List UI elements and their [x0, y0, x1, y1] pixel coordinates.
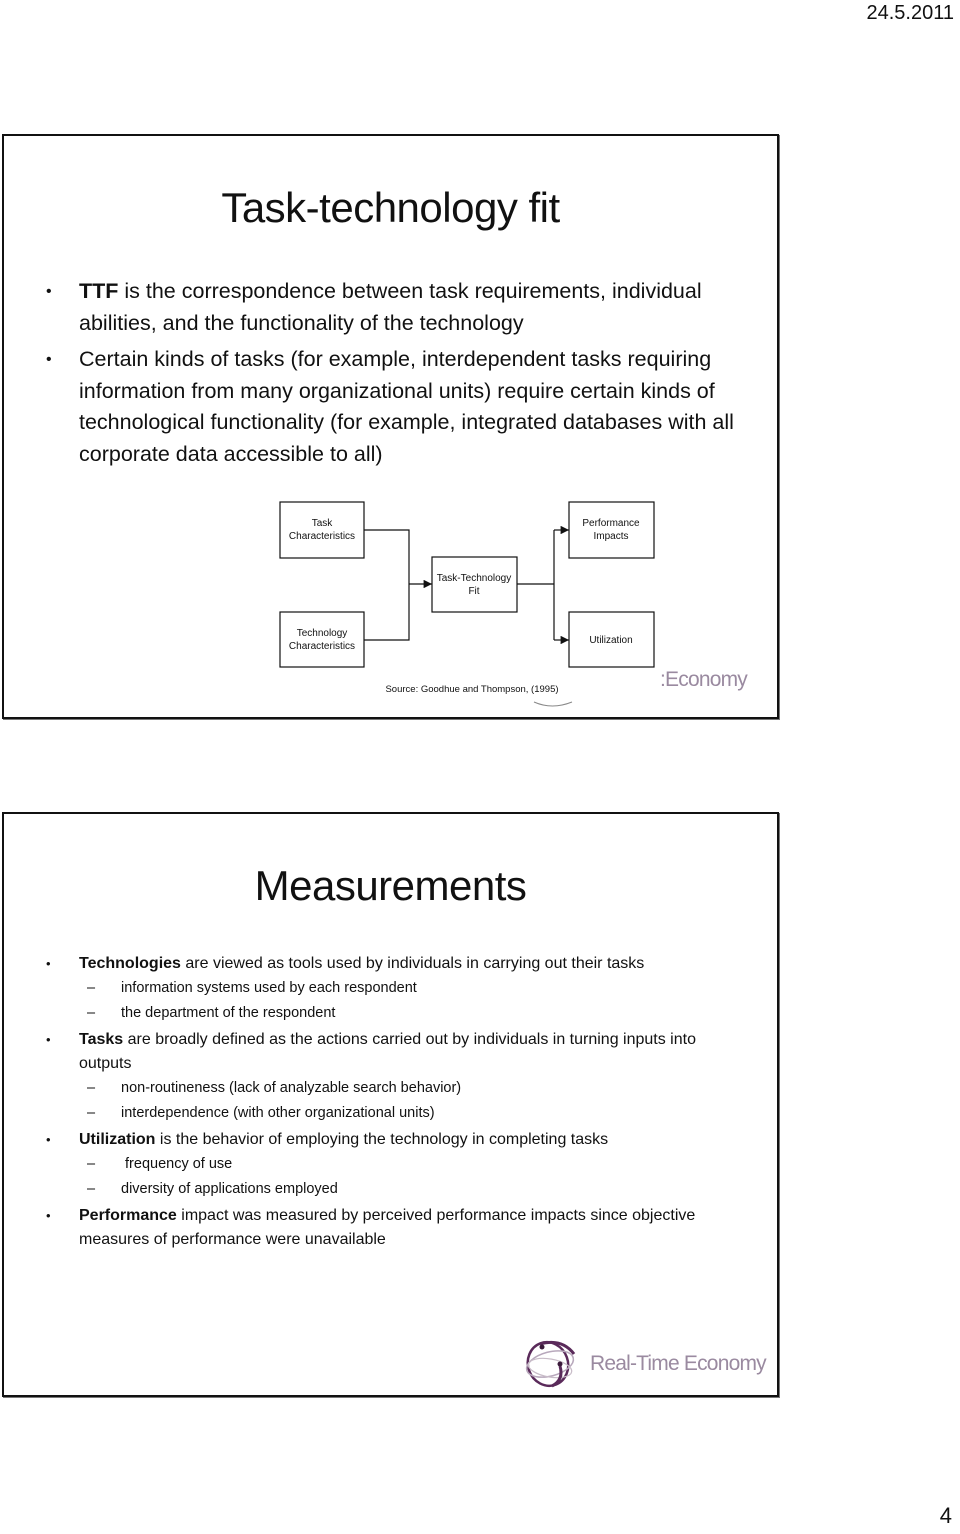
bullet-term: Tasks — [79, 1031, 124, 1048]
bullet-icon: • — [46, 1132, 51, 1147]
dash-icon: – — [87, 1105, 96, 1121]
box-label: Characteristics — [289, 531, 355, 542]
sub-item-text: information systems used by each respond… — [121, 980, 417, 996]
box-label: Performance — [582, 518, 640, 529]
logo-text: :Economy — [660, 668, 748, 691]
logo-swirl-fragment — [533, 701, 573, 707]
sub-item: – non-routineness (lack of analyzable sea… — [87, 1076, 747, 1101]
dash-icon: – — [87, 1005, 96, 1021]
slide-title: Task-technology fit — [221, 184, 560, 231]
connector-line — [364, 529, 410, 641]
bullet-text: is the behavior of employing the technol… — [155, 1131, 609, 1148]
bullet-item: • Utilization is the behavior of employi… — [42, 1128, 747, 1202]
box-technology-characteristics: Technology Characteristics — [279, 611, 365, 668]
box-label: Utilization — [589, 635, 632, 646]
page-number: 4 — [939, 1503, 952, 1528]
box-label: Fit — [468, 586, 479, 597]
bullet-item: • TTF is the correspondence between task… — [42, 276, 737, 339]
bullet-item: • Tasks are broadly defined as the actio… — [42, 1028, 747, 1126]
box-label: Task — [312, 518, 334, 529]
logo-partial: :Economy — [660, 668, 748, 692]
bullet-item: • Performance impact was measured by per… — [42, 1204, 747, 1252]
bullet-list: • Technologies are viewed as tools used … — [42, 952, 747, 1254]
dash-icon: – — [87, 980, 96, 996]
sub-item: – the department of the respondent — [87, 1001, 747, 1026]
slide-measurements: Measurements • Technologies are viewed a… — [2, 812, 779, 1397]
bullet-icon: • — [46, 283, 52, 300]
slide-task-technology-fit: Task-technology fit • TTF is the corresp… — [2, 134, 779, 719]
bullet-icon: • — [46, 956, 51, 971]
real-time-economy-logo: Real-Time Economy — [522, 1336, 767, 1392]
sub-list: – frequency of use – diversity of applica… — [79, 1152, 747, 1202]
box-label: Characteristics — [289, 641, 355, 652]
bullet-term: Utilization — [79, 1131, 156, 1148]
bullet-item: • Technologies are viewed as tools used … — [42, 952, 747, 1026]
box-task-characteristics: Task Characteristics — [279, 501, 365, 559]
bullet-icon: • — [46, 351, 52, 368]
bullet-icon: • — [46, 1208, 51, 1223]
dash-icon: – — [87, 1080, 96, 1096]
ttf-diagram: Task Characteristics Technology Characte… — [279, 501, 655, 707]
sub-item-text: interdependence (with other organization… — [121, 1105, 435, 1121]
box-label: Impacts — [593, 531, 628, 542]
box-performance-impacts: Performance Impacts — [568, 501, 655, 559]
bullet-term: Technologies — [79, 955, 181, 972]
bullet-text: are broadly defined as the actions carri… — [79, 1031, 696, 1072]
sub-item: – interdependence (with other organizatio… — [87, 1101, 747, 1126]
sub-list: – information systems used by each respon… — [79, 976, 747, 1026]
sub-list: – non-routineness (lack of analyzable sea… — [79, 1076, 747, 1126]
sub-item-text: non-routineness (lack of analyzable sear… — [121, 1080, 462, 1096]
box-utilization: Utilization — [568, 611, 655, 668]
bullet-term: Performance — [79, 1207, 177, 1224]
sub-item-text: frequency of use — [121, 1156, 233, 1172]
logo-text: Real-Time Economy — [590, 1352, 767, 1375]
sub-item: – diversity of applications employed — [87, 1177, 747, 1202]
bullet-text: Certain kinds of tasks (for example, int… — [79, 347, 734, 466]
bullet-term: TTF — [79, 279, 119, 303]
slide-title: Measurements — [254, 862, 527, 909]
dash-icon: – — [87, 1156, 96, 1172]
bullet-list: • TTF is the correspondence between task… — [42, 276, 737, 475]
page-date: 24.5.2011 — [866, 2, 955, 24]
sub-item: – frequency of use — [87, 1152, 747, 1177]
box-label: Task-Technology — [437, 573, 511, 584]
sub-item-text: the department of the respondent — [121, 1005, 336, 1021]
bullet-text: is the correspondence between task requi… — [79, 279, 702, 335]
sub-item-text: diversity of applications employed — [121, 1181, 338, 1197]
diagram-source: Source: Goodhue and Thompson, (1995) — [385, 684, 558, 695]
bullet-text: are viewed as tools used by individuals … — [180, 955, 645, 972]
box-label: Technology — [297, 628, 348, 639]
sub-item: – information systems used by each respon… — [87, 976, 747, 1001]
globe-icon — [525, 1340, 576, 1388]
box-task-technology-fit: Task-Technology Fit — [431, 556, 518, 613]
bullet-icon: • — [46, 1032, 51, 1047]
dash-icon: – — [87, 1181, 96, 1197]
bullet-item: • Certain kinds of tasks (for example, i… — [42, 344, 737, 470]
